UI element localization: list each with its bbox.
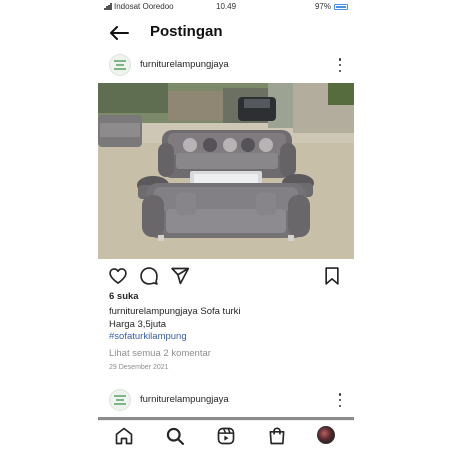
post-image[interactable] — [98, 83, 354, 259]
arrow-left-icon — [110, 26, 129, 40]
caption-username[interactable]: furniturelampungjaya — [109, 306, 198, 317]
battery-percent: 97% — [314, 2, 331, 11]
post-username[interactable]: furniturelampungjaya — [140, 59, 229, 70]
search-icon — [166, 427, 184, 445]
signal-icon — [104, 3, 112, 10]
phone-screen: Indosat Ooredoo 10.49 97% Postingan furn… — [98, 0, 354, 450]
carrier-name: Indosat Ooredoo — [114, 2, 174, 11]
more-vertical-icon — [338, 393, 342, 396]
avatar[interactable] — [109, 389, 131, 411]
save-button[interactable] — [322, 266, 342, 286]
caption-price: Harga 3,5juta — [109, 319, 167, 330]
hashtag-link[interactable]: #sofaturkilampung — [109, 331, 187, 342]
home-icon — [115, 427, 133, 445]
view-comments-link[interactable]: Lihat semua 2 komentar — [109, 348, 211, 359]
sofa-photo — [98, 83, 354, 259]
bottom-navigation — [98, 420, 354, 450]
heart-icon — [109, 268, 127, 284]
back-button[interactable] — [108, 25, 130, 41]
comment-icon — [140, 267, 158, 285]
bookmark-icon — [325, 267, 339, 285]
nav-shop[interactable] — [267, 426, 287, 446]
caption-text: Sofa turki — [200, 306, 241, 317]
share-button[interactable] — [170, 266, 190, 286]
profile-avatar — [317, 426, 335, 444]
page-header: Postingan — [98, 18, 354, 48]
likes-count[interactable]: 6 suka — [109, 291, 139, 302]
page-title: Postingan — [150, 23, 223, 40]
caption: furniturelampungjaya Sofa turki — [109, 306, 241, 317]
more-options-button[interactable] — [336, 391, 344, 409]
more-options-button[interactable] — [336, 56, 344, 74]
post-header: furniturelampungjaya — [98, 50, 354, 80]
nav-search[interactable] — [165, 426, 185, 446]
nav-home[interactable] — [114, 426, 134, 446]
avatar[interactable] — [109, 54, 131, 76]
post-actions — [98, 263, 354, 287]
reels-icon — [217, 427, 235, 445]
status-time: 10.49 — [216, 2, 237, 11]
post-date: 29 Desember 2021 — [109, 364, 169, 371]
comment-button[interactable] — [139, 266, 159, 286]
status-battery: 97% — [315, 2, 348, 11]
status-bar: Indosat Ooredoo 10.49 97% — [98, 0, 354, 14]
next-post-username[interactable]: furniturelampungjaya — [140, 394, 229, 405]
nav-reels[interactable] — [216, 426, 236, 446]
battery-icon — [334, 3, 348, 10]
like-button[interactable] — [108, 266, 128, 286]
send-icon — [171, 267, 190, 285]
brand-logo-icon — [114, 395, 126, 405]
status-carrier: Indosat Ooredoo — [104, 2, 174, 11]
next-post-header: furniturelampungjaya — [98, 385, 354, 415]
brand-logo-icon — [114, 60, 126, 70]
nav-profile[interactable] — [317, 426, 337, 446]
shop-icon — [269, 427, 285, 445]
more-vertical-icon — [338, 58, 342, 61]
